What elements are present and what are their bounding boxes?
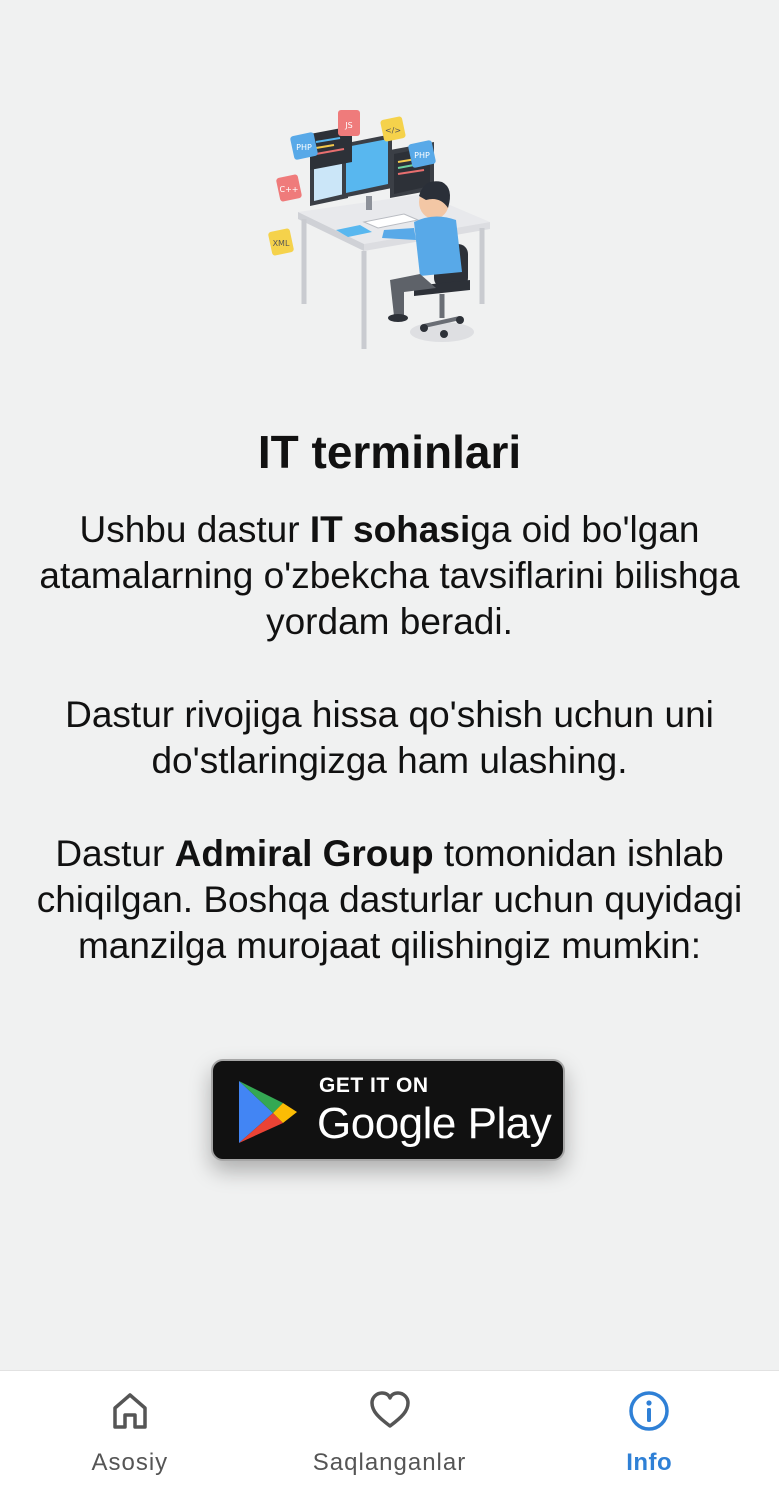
svg-text:C++: C++ [280,185,299,194]
description-paragraph: Ushbu dastur IT sohasiga oid bo'lgan ata… [30,507,749,645]
nav-label-asosiy: Asosiy [91,1449,169,1476]
developer-name: Admiral Group [174,833,434,874]
info-icon [629,1391,669,1431]
svg-text:JS: JS [344,121,352,130]
nav-item-info[interactable]: Info [519,1371,779,1491]
tag-js: JS [338,110,360,136]
info-screen: PHP JS </> PHP C++ XML IT terminlari Ush… [0,0,779,1491]
bottom-navigation: Asosiy Saqlanganlar Info [0,1370,779,1491]
tag-php-right: PHP [408,140,436,168]
developer-paragraph: Dastur Admiral Group tomonidan ishlab ch… [30,831,749,969]
nav-item-asosiy[interactable]: Asosiy [0,1371,260,1491]
svg-text:</>: </> [385,126,401,135]
svg-text:PHP: PHP [414,151,430,160]
tag-code: </> [380,116,406,142]
tag-cpp: C++ [276,174,302,202]
svg-text:XML: XML [273,239,290,248]
description-text: Ushbu dastur [79,509,310,550]
developer-illustration: PHP JS </> PHP C++ XML [268,110,490,349]
description-highlight: IT sohasi [309,509,471,550]
heart-icon [369,1391,410,1428]
svg-text:PHP: PHP [296,143,312,152]
badge-store-name: Google Play [317,1099,552,1148]
google-play-icon [239,1081,297,1143]
nav-label-saqlanganlar: Saqlanganlar [312,1449,467,1476]
developer-text: Dastur [55,833,175,874]
badge-caption: GET IT ON [319,1074,429,1097]
home-icon [113,1393,147,1429]
google-play-button[interactable]: GET IT ON Google Play [211,1059,565,1161]
page-title: IT terminlari [257,426,522,478]
nav-label-info: Info [626,1449,673,1476]
tag-xml: XML [268,228,294,256]
tag-php-left: PHP [290,132,318,160]
share-paragraph: Dastur rivojiga hissa qo'shish uchun uni… [65,694,714,781]
nav-item-saqlanganlar[interactable]: Saqlanganlar [260,1371,520,1491]
